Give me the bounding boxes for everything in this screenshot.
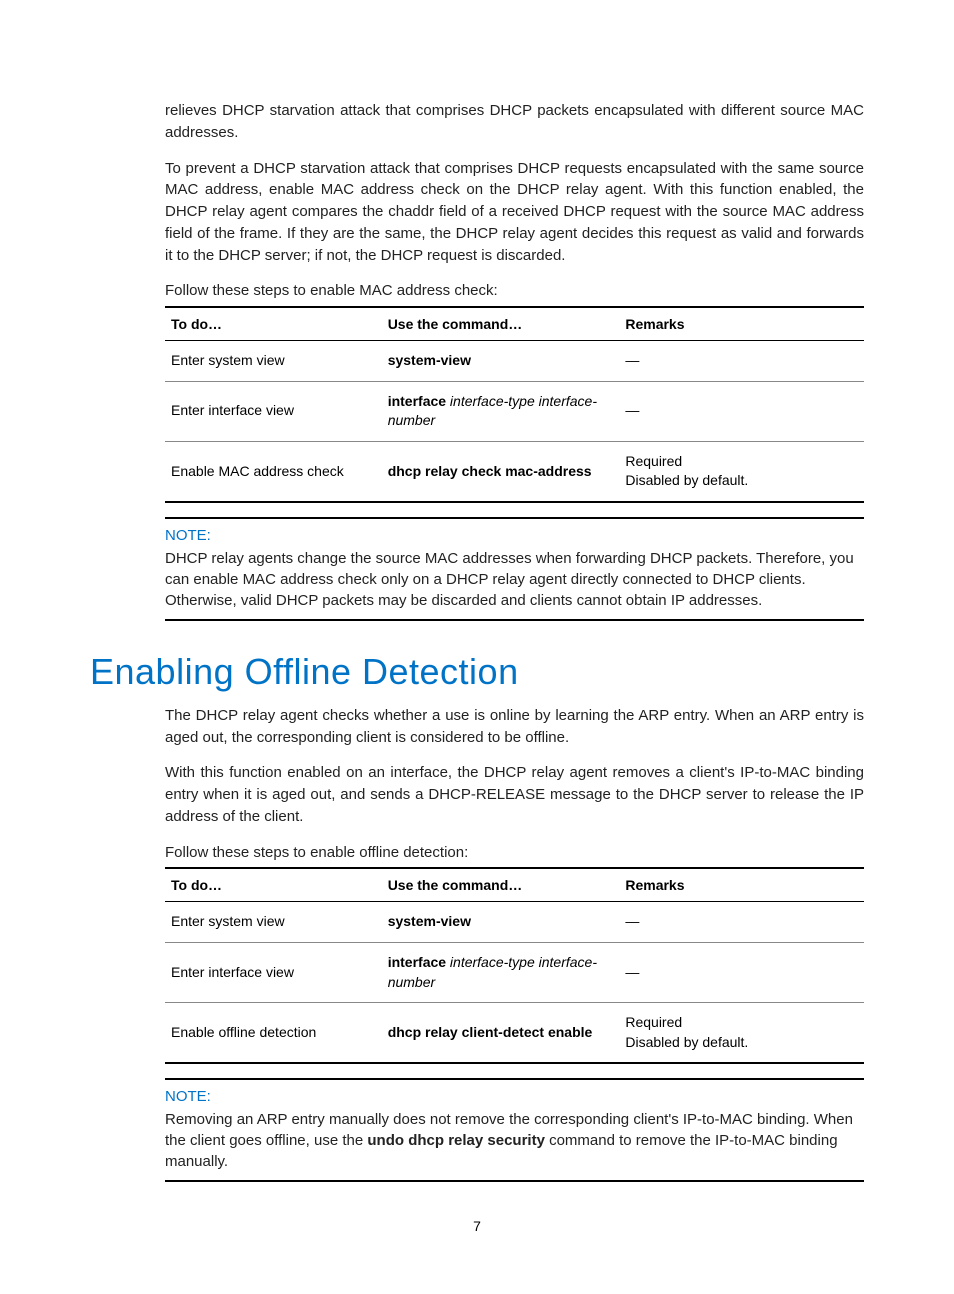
note-box-1: NOTE: DHCP relay agents change the sourc… bbox=[165, 517, 864, 621]
table-cell: Required Disabled by default. bbox=[619, 1003, 864, 1064]
steps-intro: Follow these steps to enable offline det… bbox=[165, 842, 864, 864]
command-table-2: To do… Use the command… Remarks Enter sy… bbox=[165, 867, 864, 1064]
paragraph: With this function enabled on an interfa… bbox=[165, 762, 864, 827]
note-body: Removing an ARP entry manually does not … bbox=[165, 1109, 864, 1172]
steps-intro: Follow these steps to enable MAC address… bbox=[165, 280, 864, 302]
table-cell: system-view bbox=[382, 341, 620, 382]
table-cell: Enter interface view bbox=[165, 381, 382, 441]
note-box-2: NOTE: Removing an ARP entry manually doe… bbox=[165, 1078, 864, 1182]
table-header: To do… bbox=[165, 868, 382, 902]
table-row: Enter interface view interface interface… bbox=[165, 943, 864, 1003]
table-header: Remarks bbox=[619, 868, 864, 902]
table-cell: — bbox=[619, 902, 864, 943]
table-cell: Enable MAC address check bbox=[165, 441, 382, 502]
table-cell: Enter system view bbox=[165, 902, 382, 943]
table-cell: Enter system view bbox=[165, 341, 382, 382]
table-row: Enable MAC address check dhcp relay chec… bbox=[165, 441, 864, 502]
document-page: relieves DHCP starvation attack that com… bbox=[0, 0, 954, 1294]
note-body: DHCP relay agents change the source MAC … bbox=[165, 548, 864, 611]
paragraph: The DHCP relay agent checks whether a us… bbox=[165, 705, 864, 749]
table-cell: interface interface-type interface-numbe… bbox=[382, 943, 620, 1003]
paragraph: To prevent a DHCP starvation attack that… bbox=[165, 158, 864, 267]
table-cell: — bbox=[619, 943, 864, 1003]
table-cell: Enable offline detection bbox=[165, 1003, 382, 1064]
section-heading: Enabling Offline Detection bbox=[90, 651, 864, 693]
table-cell: dhcp relay client-detect enable bbox=[382, 1003, 620, 1064]
table-row: Enter system view system-view — bbox=[165, 902, 864, 943]
page-number: 7 bbox=[0, 1218, 954, 1234]
table-header: To do… bbox=[165, 307, 382, 341]
table-header: Remarks bbox=[619, 307, 864, 341]
note-title: NOTE: bbox=[165, 527, 864, 544]
note-title: NOTE: bbox=[165, 1088, 864, 1105]
table-cell: — bbox=[619, 381, 864, 441]
table-cell: Required Disabled by default. bbox=[619, 441, 864, 502]
table-cell: system-view bbox=[382, 902, 620, 943]
table-cell: Enter interface view bbox=[165, 943, 382, 1003]
content-block-2: The DHCP relay agent checks whether a us… bbox=[165, 705, 864, 1182]
table-cell: dhcp relay check mac-address bbox=[382, 441, 620, 502]
table-row: Enable offline detection dhcp relay clie… bbox=[165, 1003, 864, 1064]
table-row: Enter interface view interface interface… bbox=[165, 381, 864, 441]
table-cell: interface interface-type interface-numbe… bbox=[382, 381, 620, 441]
table-row: Enter system view system-view — bbox=[165, 341, 864, 382]
table-cell: — bbox=[619, 341, 864, 382]
content-block-1: relieves DHCP starvation attack that com… bbox=[165, 100, 864, 621]
paragraph: relieves DHCP starvation attack that com… bbox=[165, 100, 864, 144]
command-table-1: To do… Use the command… Remarks Enter sy… bbox=[165, 306, 864, 503]
table-header: Use the command… bbox=[382, 307, 620, 341]
table-header: Use the command… bbox=[382, 868, 620, 902]
